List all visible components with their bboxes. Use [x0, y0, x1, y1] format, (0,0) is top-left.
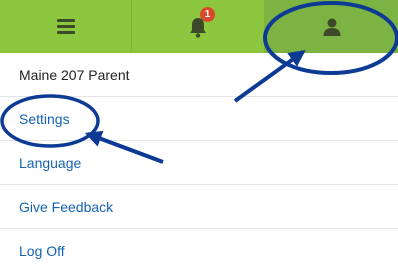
language-link[interactable]: Language: [19, 155, 81, 171]
account-name-label: Maine 207 Parent: [19, 66, 130, 83]
top-nav-bar: 1: [0, 0, 398, 53]
account-menu: Maine 207 Parent Settings Language Give …: [0, 53, 398, 273]
notification-count-badge: 1: [200, 6, 215, 22]
menu-item-give-feedback[interactable]: Give Feedback: [0, 185, 398, 229]
menu-tab[interactable]: [0, 0, 132, 53]
give-feedback-link[interactable]: Give Feedback: [19, 199, 113, 215]
app-frame: 1 Maine 207 Parent Settings Language Giv…: [0, 0, 398, 276]
menu-item-language[interactable]: Language: [0, 141, 398, 185]
notifications-tab[interactable]: 1: [132, 0, 265, 53]
hamburger-icon: [56, 19, 75, 34]
menu-item-account-name: Maine 207 Parent: [0, 53, 398, 97]
settings-link[interactable]: Settings: [19, 111, 70, 127]
menu-item-settings[interactable]: Settings: [0, 97, 398, 141]
log-off-link[interactable]: Log Off: [19, 243, 65, 259]
user-icon: [323, 18, 340, 36]
user-tab[interactable]: [265, 0, 398, 53]
menu-item-log-off[interactable]: Log Off: [0, 229, 398, 273]
